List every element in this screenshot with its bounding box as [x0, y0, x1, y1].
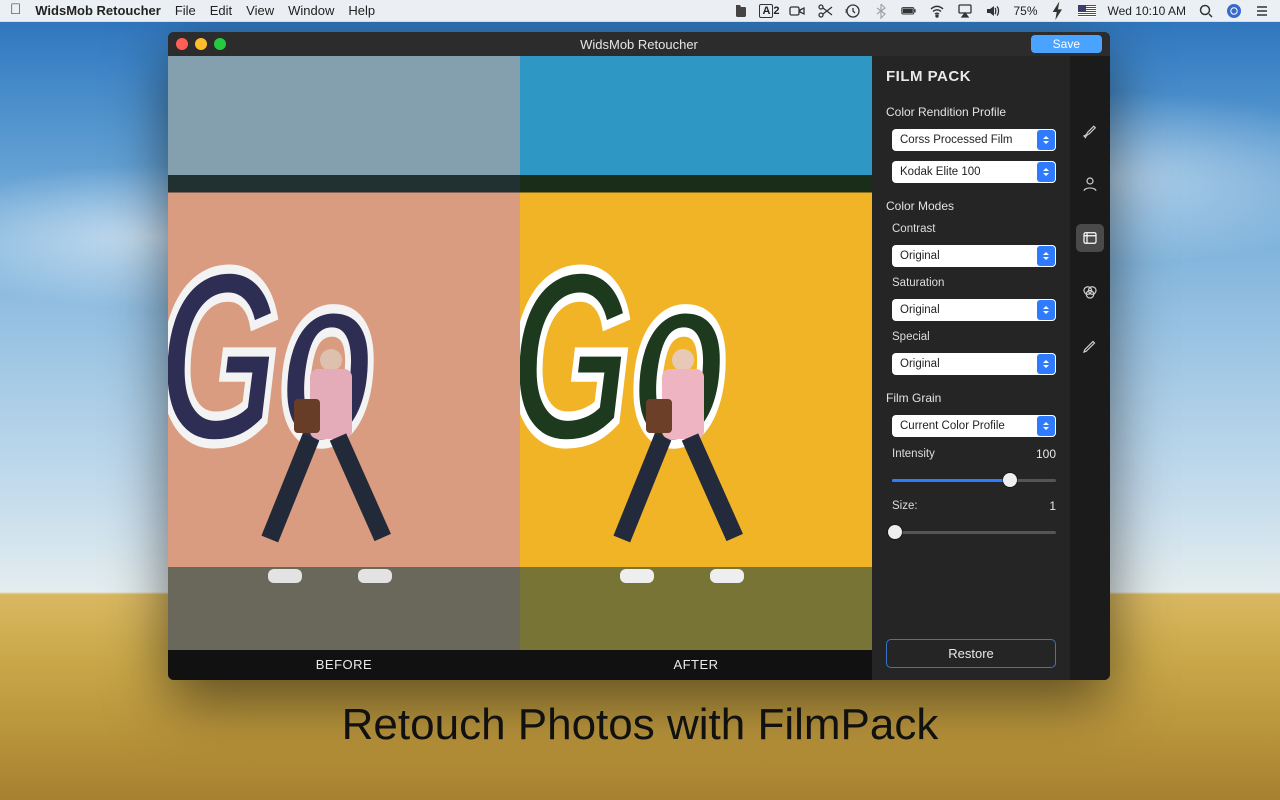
apple-menu-icon[interactable]: : [10, 1, 21, 18]
color-rendition-label: Color Rendition Profile: [886, 105, 1056, 119]
volume-icon[interactable]: [985, 3, 1001, 19]
chevrons-icon: [1037, 130, 1055, 150]
scissors-icon[interactable]: [817, 3, 833, 19]
tool-strip: [1070, 56, 1110, 680]
spotlight-icon[interactable]: [1198, 3, 1214, 19]
menu-edit[interactable]: Edit: [210, 3, 232, 18]
preview-after-pane: Go: [520, 56, 872, 650]
after-label: AFTER: [520, 650, 872, 680]
film-select[interactable]: Kodak Elite 100: [892, 161, 1056, 183]
profile-select[interactable]: Corss Processed Film: [892, 129, 1056, 151]
window-titlebar[interactable]: WidsMob Retoucher Save: [168, 32, 1110, 56]
adobe-cc-icon[interactable]: A2: [761, 3, 777, 19]
color-modes-label: Color Modes: [886, 199, 1056, 213]
film-grain-label: Film Grain: [886, 391, 1056, 405]
intensity-slider-fill: [892, 479, 1010, 482]
saturation-label: Saturation: [886, 277, 1056, 289]
chevrons-icon: [1037, 300, 1055, 320]
time-machine-icon[interactable]: [845, 3, 861, 19]
grain-profile-select[interactable]: Current Color Profile: [892, 415, 1056, 437]
filmpack-panel: FILM PACK Color Rendition Profile Corss …: [872, 56, 1070, 680]
chevrons-icon: [1037, 416, 1055, 436]
macos-menubar:  WidsMob Retoucher File Edit View Windo…: [0, 0, 1280, 22]
tool-brush[interactable]: [1076, 116, 1104, 144]
menu-window[interactable]: Window: [288, 3, 334, 18]
menu-view[interactable]: View: [246, 3, 274, 18]
size-label: Size:: [886, 500, 918, 512]
contrast-label: Contrast: [886, 223, 1056, 235]
charging-icon: [1050, 3, 1066, 19]
intensity-slider-thumb[interactable]: [1003, 473, 1017, 487]
siri-icon[interactable]: [1226, 3, 1242, 19]
chevrons-icon: [1037, 162, 1055, 182]
bluetooth-icon[interactable]: [873, 3, 889, 19]
menubar-clock[interactable]: Wed 10:10 AM: [1108, 4, 1187, 18]
menu-file[interactable]: File: [175, 3, 196, 18]
intensity-value: 100: [1036, 447, 1056, 461]
battery-icon[interactable]: [901, 3, 917, 19]
tool-pencil[interactable]: [1076, 332, 1104, 360]
special-label: Special: [886, 331, 1056, 343]
intensity-label: Intensity: [886, 448, 935, 460]
app-window: WidsMob Retoucher Save Go Go BEFORE: [168, 32, 1110, 680]
evernote-icon[interactable]: [733, 3, 749, 19]
promo-headline: Retouch Photos with FilmPack: [0, 700, 1280, 750]
notification-center-icon[interactable]: [1254, 3, 1270, 19]
menubar-app-name[interactable]: WidsMob Retoucher: [35, 3, 161, 18]
tool-color-channels[interactable]: [1076, 278, 1104, 306]
facetime-icon[interactable]: [789, 3, 805, 19]
menu-help[interactable]: Help: [348, 3, 375, 18]
contrast-select[interactable]: Original: [892, 245, 1056, 267]
us-flag-icon[interactable]: [1078, 3, 1096, 19]
battery-percentage: 75%: [1013, 4, 1037, 18]
wifi-icon[interactable]: [929, 3, 945, 19]
size-slider-thumb[interactable]: [888, 525, 902, 539]
size-slider[interactable]: [892, 523, 1056, 541]
chevrons-icon: [1037, 354, 1055, 374]
before-label: BEFORE: [168, 650, 520, 680]
preview-area: Go Go BEFORE AFTER: [168, 56, 872, 680]
panel-title: FILM PACK: [886, 68, 1056, 85]
window-title: WidsMob Retoucher: [168, 37, 1110, 52]
tool-portrait[interactable]: [1076, 170, 1104, 198]
chevrons-icon: [1037, 246, 1055, 266]
saturation-select[interactable]: Original: [892, 299, 1056, 321]
restore-button[interactable]: Restore: [886, 639, 1056, 668]
special-select[interactable]: Original: [892, 353, 1056, 375]
size-value: 1: [1049, 499, 1056, 513]
airplay-icon[interactable]: [957, 3, 973, 19]
preview-before-pane: Go: [168, 56, 520, 650]
intensity-slider[interactable]: [892, 471, 1056, 489]
tool-filmpack[interactable]: [1076, 224, 1104, 252]
